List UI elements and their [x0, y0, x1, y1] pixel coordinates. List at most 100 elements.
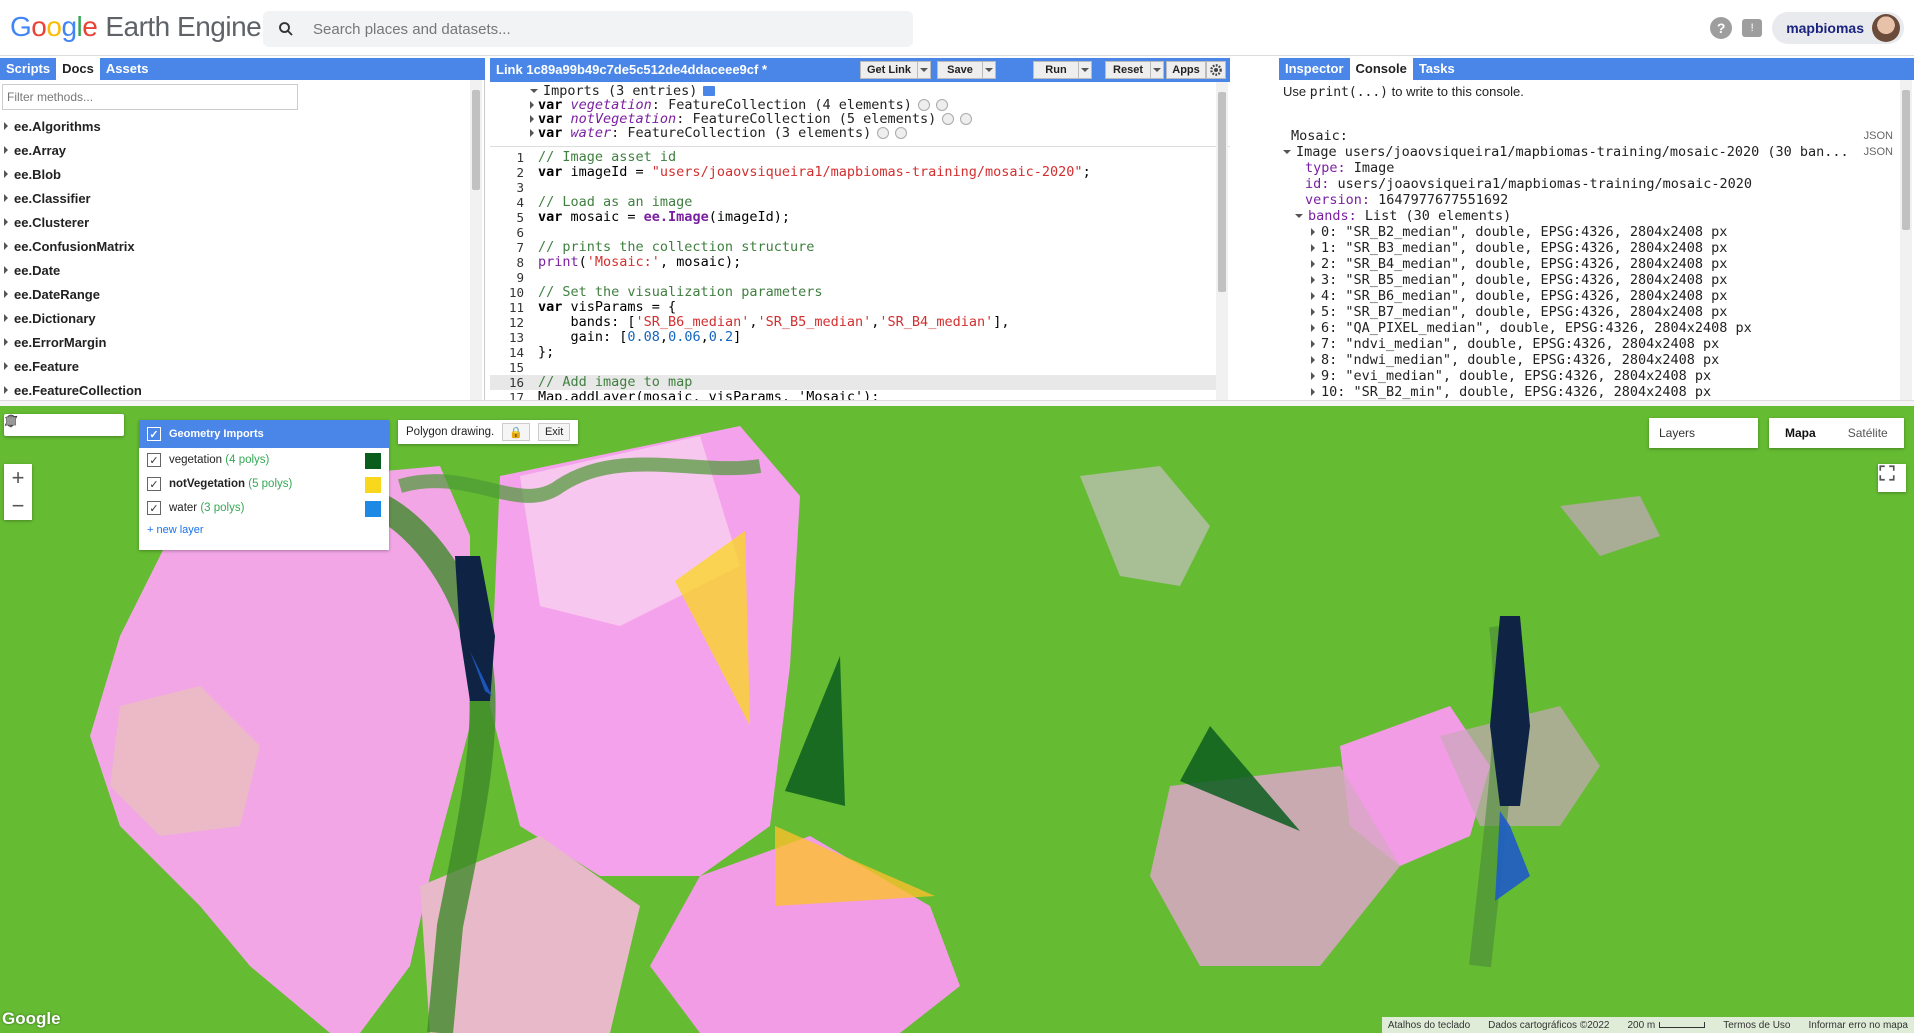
docs-item[interactable]: ee.Feature [0, 354, 470, 378]
reset-button[interactable]: Reset [1105, 61, 1164, 79]
docs-item[interactable]: ee.ErrorMargin [0, 330, 470, 354]
band-row[interactable]: 10: "SR_B2_min", double, EPSG:4326, 2804… [1283, 384, 1893, 400]
band-row[interactable]: 1: "SR_B3_median", double, EPSG:4326, 28… [1283, 240, 1893, 256]
point-marker-icon[interactable] [6, 414, 52, 436]
band-row[interactable]: 8: "ndwi_median", double, EPSG:4326, 280… [1283, 352, 1893, 368]
lock-button[interactable]: 🔒 [502, 423, 530, 441]
layer-color-swatch[interactable] [365, 453, 381, 469]
delete-import-icon[interactable] [960, 113, 973, 125]
layer-color-swatch[interactable] [365, 477, 381, 493]
code-editor[interactable]: Imports (3 entries) var vegetation: Feat… [490, 82, 1230, 400]
layers-dropdown[interactable]: Layers [1649, 418, 1758, 448]
get-link-button[interactable]: Get Link [860, 61, 931, 79]
code-line: 1 // Image asset id [490, 150, 1220, 166]
json-link[interactable]: JSON [1864, 144, 1893, 160]
layer-checkbox[interactable]: ✓ [147, 477, 161, 491]
docs-item[interactable]: ee.ConfusionMatrix [0, 234, 470, 258]
scale-indicator[interactable]: 200 m [1627, 1020, 1706, 1031]
import-row[interactable]: var vegetation: FeatureCollection (4 ele… [530, 98, 972, 112]
console-scrollbar-thumb[interactable] [1902, 90, 1910, 230]
settings-button[interactable] [1206, 61, 1226, 79]
geometry-layer-row[interactable]: ✓ vegetation (4 polys) [139, 448, 389, 472]
exit-button[interactable]: Exit [537, 423, 571, 441]
toggle-all-checkbox[interactable]: ✓ [147, 427, 161, 441]
rectangle-tool-icon[interactable] [6, 414, 124, 436]
layer-color-swatch[interactable] [365, 501, 381, 517]
show-code-icon[interactable] [703, 86, 716, 96]
layer-checkbox[interactable]: ✓ [147, 453, 161, 467]
line-tool-icon[interactable] [4, 414, 76, 436]
editor-scrollbar[interactable] [1216, 82, 1228, 400]
get-link-dropdown[interactable] [917, 61, 931, 79]
band-row[interactable]: 7: "ndvi_median", double, EPSG:4326, 280… [1283, 336, 1893, 352]
help-icon[interactable]: ? [1710, 17, 1733, 39]
geometry-layer-row[interactable]: ✓ notVegetation (5 polys) [139, 472, 389, 496]
geometry-layer-row[interactable]: ✓ water (3 polys) [139, 496, 389, 520]
json-link[interactable]: JSON [1864, 128, 1893, 144]
map-type-mapa[interactable]: Mapa [1769, 418, 1832, 448]
import-row[interactable]: var water: FeatureCollection (3 elements… [530, 126, 972, 140]
band-row[interactable]: 5: "SR_B7_median", double, EPSG:4326, 28… [1283, 304, 1893, 320]
delete-import-icon[interactable] [935, 99, 948, 111]
run-button[interactable]: Run [1033, 61, 1092, 79]
layer-checkbox[interactable]: ✓ [147, 501, 161, 515]
band-row[interactable]: 3: "SR_B5_median", double, EPSG:4326, 28… [1283, 272, 1893, 288]
new-layer-link[interactable]: + new layer [139, 520, 389, 540]
docs-item[interactable]: ee.Blob [0, 162, 470, 186]
imports-header[interactable]: Imports (3 entries) [530, 84, 972, 98]
docs-item[interactable]: ee.Algorithms [0, 114, 470, 138]
map-type-satelite[interactable]: Satélite [1832, 418, 1904, 448]
fullscreen-button[interactable] [1878, 464, 1906, 492]
run-dropdown[interactable] [1078, 61, 1092, 79]
geometry-imports-header[interactable]: ✓ Geometry Imports [139, 420, 389, 448]
chevron-down-icon [920, 68, 928, 72]
search-input[interactable] [313, 11, 903, 47]
account-button[interactable]: mapbiomas [1772, 12, 1904, 44]
docs-scrollbar[interactable] [470, 80, 482, 400]
earth-engine-logo[interactable]: Google Earth Engine [10, 11, 262, 43]
edit-geometry-icon[interactable] [917, 99, 930, 111]
tab-tasks[interactable]: Tasks [1413, 58, 1461, 80]
tab-inspector[interactable]: Inspector [1279, 58, 1350, 80]
polygon-tool-icon[interactable] [4, 414, 100, 436]
band-row[interactable]: 9: "evi_median", double, EPSG:4326, 2804… [1283, 368, 1893, 384]
import-row[interactable]: var notVegetation: FeatureCollection (5 … [530, 112, 973, 126]
band-row[interactable]: 4: "SR_B6_median", double, EPSG:4326, 28… [1283, 288, 1893, 304]
feedback-icon[interactable]: ! [1742, 19, 1763, 37]
tab-assets[interactable]: Assets [100, 58, 155, 80]
filter-methods-input[interactable] [2, 84, 298, 110]
tab-docs[interactable]: Docs [56, 58, 100, 80]
docs-item[interactable]: ee.Clusterer [0, 210, 470, 234]
docs-item[interactable]: ee.Date [0, 258, 470, 282]
docs-scrollbar-thumb[interactable] [472, 90, 480, 190]
tab-console[interactable]: Console [1349, 58, 1413, 80]
edit-geometry-icon[interactable] [942, 113, 955, 125]
search-box[interactable] [263, 11, 913, 47]
tab-scripts[interactable]: Scripts [0, 58, 56, 80]
delete-import-icon[interactable] [895, 127, 908, 139]
docs-item[interactable]: ee.Dictionary [0, 306, 470, 330]
save-dropdown[interactable] [982, 61, 996, 79]
reset-dropdown[interactable] [1150, 61, 1164, 79]
docs-item[interactable]: ee.Classifier [0, 186, 470, 210]
apps-button[interactable]: Apps [1166, 61, 1206, 79]
console-line[interactable]: Image users/joaovsiqueira1/mapbiomas-tra… [1283, 144, 1893, 160]
edit-geometry-icon[interactable] [877, 127, 890, 139]
keyboard-shortcuts-link[interactable]: Atalhos do teclado [1388, 1020, 1470, 1031]
console-scrollbar[interactable] [1900, 80, 1912, 400]
line-number: 7 [516, 240, 524, 255]
band-row[interactable]: 6: "QA_PIXEL_median", double, EPSG:4326,… [1283, 320, 1893, 336]
save-button[interactable]: Save [937, 61, 996, 79]
map-view[interactable]: + − ✓ Geometry Imports ✓ vegetation (4 p… [0, 406, 1914, 1033]
report-error-link[interactable]: Informar erro no mapa [1809, 1020, 1909, 1031]
band-row[interactable]: 0: "SR_B2_median", double, EPSG:4326, 28… [1283, 224, 1893, 240]
zoom-out-button[interactable]: − [4, 492, 32, 520]
terms-link[interactable]: Termos de Uso [1723, 1020, 1790, 1031]
band-row[interactable]: 2: "SR_B4_median", double, EPSG:4326, 28… [1283, 256, 1893, 272]
docs-item[interactable]: ee.FeatureCollection [0, 378, 470, 402]
console-line[interactable]: bands: List (30 elements) [1283, 208, 1893, 224]
docs-item[interactable]: ee.Array [0, 138, 470, 162]
editor-scrollbar-thumb[interactable] [1218, 92, 1226, 292]
zoom-in-button[interactable]: + [4, 464, 32, 492]
docs-item[interactable]: ee.DateRange [0, 282, 470, 306]
